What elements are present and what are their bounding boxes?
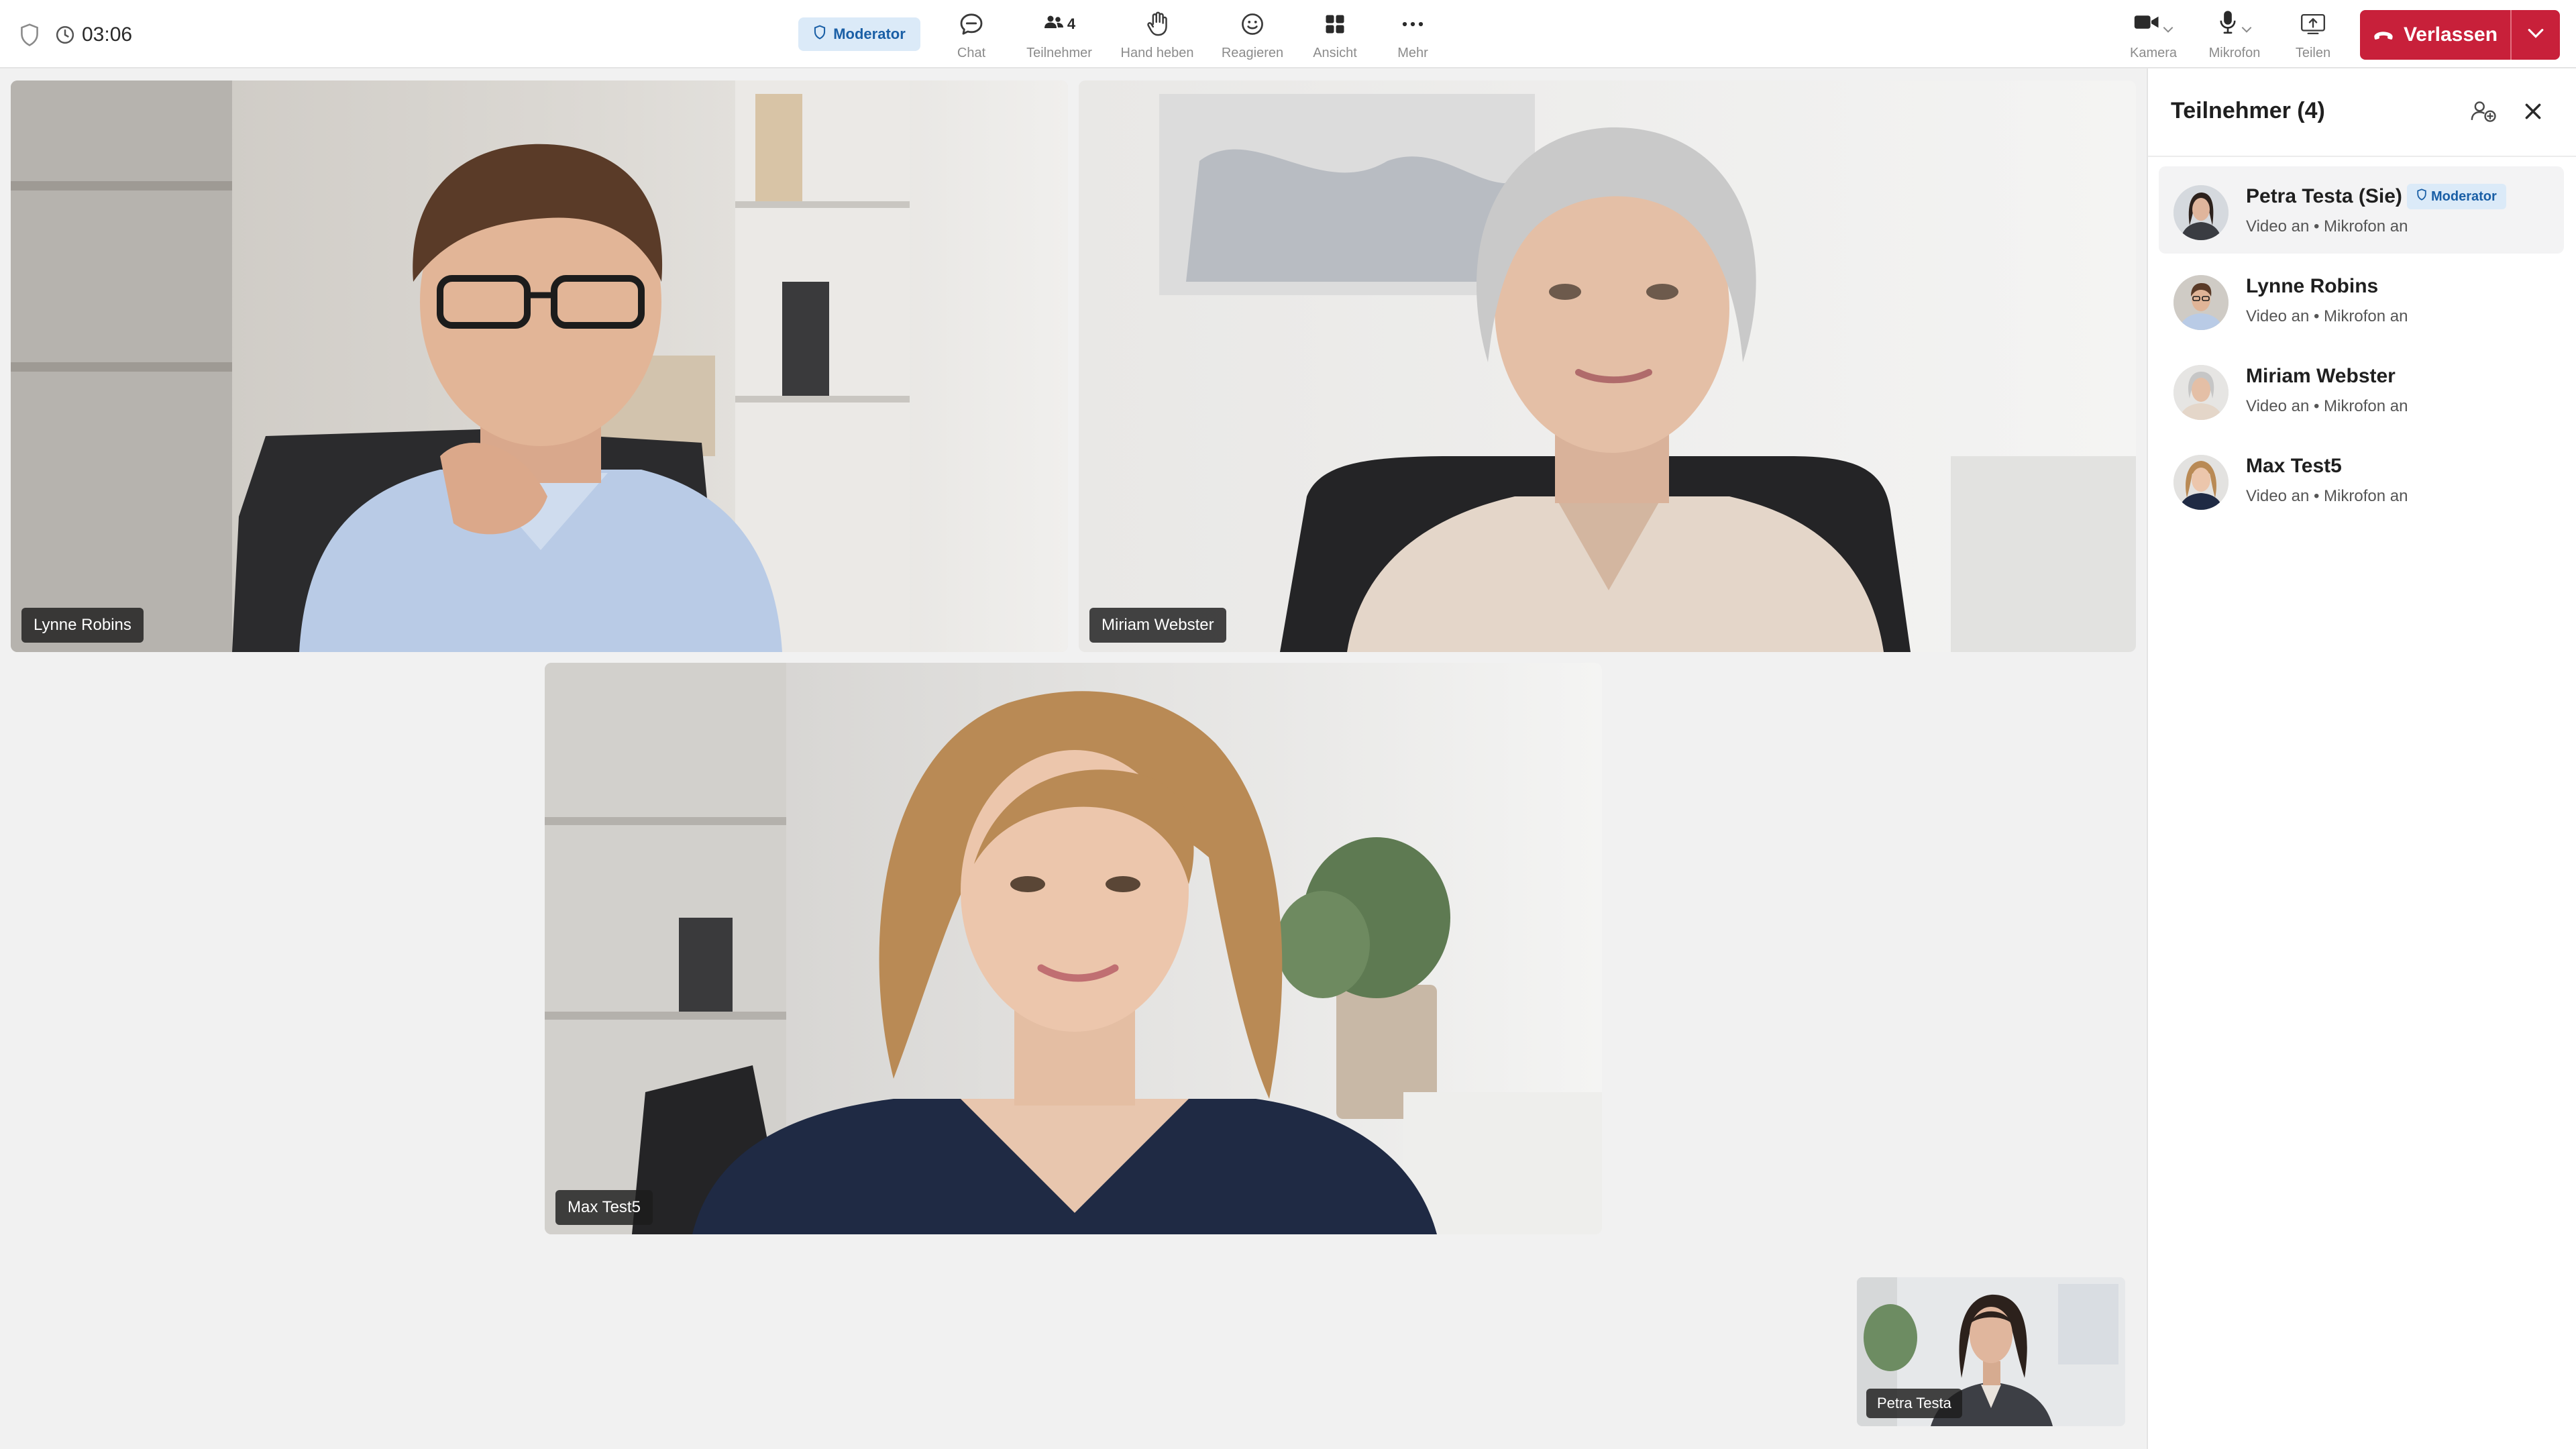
raise-hand-button[interactable]: Hand heben (1115, 9, 1199, 63)
self-view-tile[interactable]: Petra Testa (1857, 1277, 2125, 1426)
moderator-badge-label: Moderator (833, 25, 906, 42)
react-button[interactable]: Reagieren (1216, 9, 1289, 63)
invite-participant-icon[interactable] (2470, 99, 2497, 127)
participant-row[interactable]: Miriam Webster Video an • Mikrofon an (2159, 346, 2564, 433)
view-label: Ansicht (1313, 46, 1357, 60)
participants-icon-group: 4 (1043, 9, 1075, 39)
chevron-down-icon[interactable] (2241, 11, 2252, 38)
shield-icon (813, 25, 826, 44)
chat-label: Chat (957, 46, 986, 60)
leave-options-button[interactable] (2512, 10, 2560, 60)
clock-icon (55, 25, 75, 45)
moderator-badge-label: Moderator (2431, 189, 2497, 204)
microphone-icon (2217, 9, 2239, 39)
chat-button[interactable]: Chat (942, 9, 1001, 63)
participant-name-tag: Lynne Robins (21, 608, 144, 643)
participant-row[interactable]: Max Test5 Video an • Mikrofon an (2159, 436, 2564, 523)
panel-divider (2148, 156, 2576, 157)
video-tile-max-test5[interactable]: Max Test5 (545, 663, 1602, 1234)
leave-label: Verlassen (2403, 23, 2498, 46)
phone-hangup-icon (2373, 23, 2394, 46)
participant-name-tag: Max Test5 (555, 1190, 653, 1225)
participant-status: Video an • Mikrofon an (2246, 307, 2408, 325)
microphone-icon-group (2217, 9, 2252, 39)
participant-name: Lynne Robins (2246, 275, 2379, 297)
participant-video (1079, 80, 2136, 652)
avatar (2174, 365, 2229, 420)
avatar (2174, 275, 2229, 330)
camera-icon-group (2133, 9, 2174, 39)
participants-panel: Teilnehmer (4) Petra Testa (Sie) Moderat… (2147, 68, 2576, 1449)
timer-text: 03:06 (82, 23, 133, 46)
grid-view-icon (1323, 9, 1347, 39)
smiley-icon (1240, 9, 1265, 39)
microphone-button[interactable]: Mikrofon (2202, 9, 2267, 63)
participant-row[interactable]: Petra Testa (Sie) Moderator Video an • M… (2159, 166, 2564, 254)
camera-label: Kamera (2129, 46, 2178, 60)
participant-name-tag: Miriam Webster (1089, 608, 1226, 643)
microphone-label: Mikrofon (2208, 46, 2261, 60)
share-screen-icon (2300, 9, 2326, 39)
participant-row[interactable]: Lynne Robins Video an • Mikrofon an (2159, 256, 2564, 343)
video-tile-miriam-webster[interactable]: Miriam Webster (1079, 80, 2136, 652)
shield-icon (2416, 189, 2427, 205)
avatar (2174, 185, 2229, 240)
participant-name: Max Test5 (2246, 455, 2342, 477)
more-label: Mehr (1397, 46, 1428, 60)
avatar (2174, 455, 2229, 510)
meeting-toolbar: 03:06 Moderator Chat 4 Teilnehmer Hand h… (0, 0, 2576, 68)
more-dots-icon (1401, 9, 1425, 39)
participant-name: Petra Testa (Sie) (2246, 185, 2402, 207)
users-icon (1043, 13, 1065, 35)
chat-bubble-icon (958, 9, 985, 39)
more-button[interactable]: Mehr (1385, 9, 1441, 63)
participant-video (11, 80, 1068, 652)
video-tile-lynne-robins[interactable]: Lynne Robins (11, 80, 1068, 652)
chevron-down-icon[interactable] (2163, 11, 2174, 38)
chevron-down-icon (2527, 28, 2544, 42)
participant-status: Video an • Mikrofon an (2246, 487, 2408, 505)
participant-video (545, 663, 1602, 1234)
close-icon[interactable] (2522, 101, 2544, 125)
hand-icon (1144, 9, 1170, 39)
shield-icon (19, 23, 40, 47)
participants-button[interactable]: 4 Teilnehmer (1020, 9, 1099, 63)
video-camera-icon (2133, 13, 2160, 36)
share-label: Teilen (2295, 46, 2331, 60)
leave-button[interactable]: Verlassen (2360, 10, 2510, 60)
react-label: Reagieren (1221, 46, 1284, 60)
participant-name: Miriam Webster (2246, 365, 2396, 387)
leave-button-group: Verlassen (2360, 10, 2560, 60)
participant-status: Video an • Mikrofon an (2246, 397, 2408, 415)
participants-label: Teilnehmer (1026, 46, 1092, 60)
moderator-badge: Moderator (798, 17, 920, 51)
participants-count: 4 (1067, 15, 1076, 32)
meeting-info: 03:06 (19, 20, 132, 50)
meeting-timer: 03:06 (55, 23, 132, 46)
participant-status: Video an • Mikrofon an (2246, 217, 2408, 235)
camera-button[interactable]: Kamera (2124, 9, 2183, 63)
panel-title: Teilnehmer (4) (2171, 98, 2325, 123)
raise-hand-label: Hand heben (1120, 46, 1194, 60)
participant-name-tag: Petra Testa (1866, 1389, 1962, 1418)
moderator-badge: Moderator (2407, 184, 2506, 209)
view-button[interactable]: Ansicht (1305, 9, 1364, 63)
share-button[interactable]: Teilen (2288, 9, 2339, 63)
